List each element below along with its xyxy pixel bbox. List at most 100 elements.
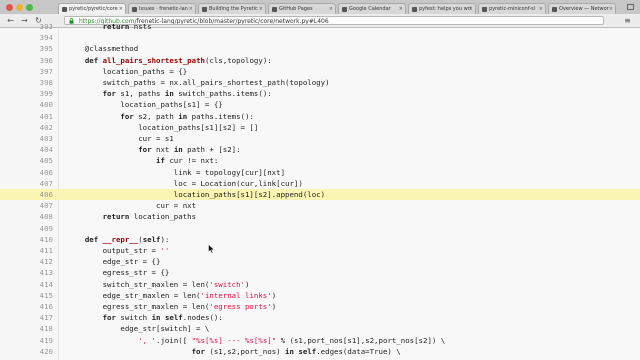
tab-favicon-icon [202,7,207,12]
line-code: egress_str = {} [67,268,170,278]
code-line[interactable]: 399 for s1, paths in switch_paths.items(… [0,88,640,99]
tab-close-icon[interactable]: × [469,4,473,14]
code-line[interactable]: 406 link = topology[cur][nxt] [0,167,640,178]
code-line[interactable]: 419 ', '.join([ "%s[%s] --- %s[%s]" % (s… [0,335,640,346]
code-line[interactable]: 404 for nxt in path + [s2]: [0,144,640,155]
line-number[interactable]: 418 [0,323,53,334]
fullscreen-icon[interactable] [627,4,634,10]
line-number[interactable]: 407 [0,178,53,189]
code-line[interactable]: 401 for s2, path in paths.items(): [0,111,640,122]
line-number[interactable]: 405 [0,155,53,166]
code-line[interactable]: 408 return location_paths [0,211,640,222]
line-number[interactable]: 400 [0,99,53,110]
tab-7[interactable]: Overview — Networ × [548,3,616,14]
code-line[interactable]: 413 egress_str = {} [0,267,640,278]
tab-label: Overview — Networ [559,6,609,12]
tab-label: pyfest: helps you wri [419,6,472,12]
line-code: edge_str[switch] = \ [67,324,210,334]
line-number[interactable]: 415 [0,290,53,301]
line-number[interactable]: 412 [0,256,53,267]
line-number[interactable]: 402 [0,122,53,133]
line-code: if cur != nxt: [156,156,219,166]
code-line[interactable]: 414 switch_str_maxlen = len('switch') [0,279,640,290]
tab-1[interactable]: Issues · frenetic-lan × [128,3,196,14]
code-line[interactable]: 415 edge_str_maxlen = len('internal link… [0,290,640,301]
tab-close-icon[interactable]: × [329,4,333,14]
line-number[interactable]: 414 [0,279,53,290]
tab-close-icon[interactable]: × [259,4,263,14]
line-number[interactable]: 419 [0,335,53,346]
line-number[interactable]: 409 [0,223,53,234]
line-number[interactable]: 404 [0,144,53,155]
tab-4[interactable]: Google Calendar × [338,3,406,14]
line-number[interactable]: 417 [0,312,53,323]
line-number[interactable]: 398 [0,77,53,88]
tab-favicon-icon [552,7,557,12]
tab-3[interactable]: GitHub Pages × [268,3,336,14]
tab-close-icon[interactable]: × [609,4,613,14]
tab-2[interactable]: Building the Pyretic × [198,3,266,14]
tab-close-icon[interactable]: × [399,4,403,14]
line-number[interactable]: 410 [0,234,53,245]
code-line[interactable]: 400 location_paths[s1] = {} [0,99,640,110]
line-number[interactable]: 408 [0,211,53,222]
minimize-window-icon[interactable] [16,4,23,11]
line-number[interactable]: 413 [0,267,53,278]
code-line[interactable]: 393 return nsts [0,21,640,32]
line-code: location_paths[s1] = {} [67,100,223,110]
line-number[interactable]: 395 [0,43,53,54]
code-line[interactable]: 403 cur = s1 [0,133,640,144]
code-line[interactable]: 420 for (s1,s2,port_nos) in self.edges(d… [0,346,640,357]
code-line[interactable]: 406 location_paths[s1][s2].append(loc) [0,189,640,201]
line-number[interactable]: 397 [0,66,53,77]
code-line[interactable]: 416 egress_str_maxlen = len('egress port… [0,301,640,312]
line-number[interactable]: 416 [0,301,53,312]
line-code: cur = s1 [67,134,174,143]
tab-favicon-icon [272,7,277,12]
line-number[interactable]: 411 [0,245,53,256]
code-line[interactable]: 395 @classmethod [0,43,640,54]
code-line[interactable]: 412 edge_str = {} [0,256,640,267]
close-window-icon[interactable] [6,4,13,11]
line-code: egress_str_maxlen = len('egress ports') [67,302,277,311]
code-line[interactable]: 418 edge_str[switch] = \ [0,323,640,334]
line-number[interactable]: 406 [0,189,53,200]
line-number[interactable]: 407 [0,200,53,211]
code-line[interactable]: 409 [0,223,640,234]
line-number[interactable]: 406 [0,167,53,178]
code-line[interactable]: 407 loc = Location(cur,link[cur]) [0,178,640,189]
line-code: edge_str_maxlen = len('internal links') [67,290,277,300]
line-code: for switch in self.nodes(): [102,313,223,323]
tab-6[interactable]: pyretic-miniconf-sl × [478,3,546,14]
line-number[interactable]: 394 [0,32,53,43]
code-line[interactable]: 411 output_str = '' [0,245,640,256]
code-line[interactable]: 417 for switch in self.nodes(): [0,312,640,323]
tab-favicon-icon [342,7,347,12]
line-number[interactable]: 396 [0,55,53,66]
code-line[interactable]: 394 [0,32,640,43]
line-number[interactable]: 403 [0,133,53,144]
line-number[interactable]: 401 [0,111,53,122]
tab-close-icon[interactable]: × [119,4,123,14]
line-number[interactable]: 399 [0,88,53,99]
tab-bar: pyretic/pyretic/core × Issues · frenetic-l… [0,0,640,14]
line-code: for s2, path in paths.items(): [120,111,254,121]
tab-0[interactable]: pyretic/pyretic/core × [58,3,126,14]
tab-label: Building the Pyretic [209,6,258,12]
code-line[interactable]: 407 cur = nxt [0,200,640,211]
line-code: for nxt in path + [s2]: [138,145,241,155]
code-line[interactable]: 398 switch_paths = nx.all_pairs_shortest… [0,77,640,88]
line-number[interactable]: 393 [0,21,53,32]
tab-close-icon[interactable]: × [189,4,193,14]
line-number[interactable]: 420 [0,346,53,357]
tab-label: Google Calendar [349,6,391,12]
code-line[interactable]: 410 def __repr__(self): [0,234,640,245]
code-line[interactable]: 402 location_paths[s1][s2] = [] [0,122,640,133]
line-code: output_str = '' [67,246,170,255]
code-line[interactable]: 397 location_paths = {} [0,66,640,77]
tab-close-icon[interactable]: × [539,4,543,14]
tab-5[interactable]: pyfest: helps you wri × [408,3,476,14]
code-line[interactable]: 396 def all_pairs_shortest_path(cls,topo… [0,55,640,66]
code-line[interactable]: 405 if cur != nxt: [0,155,640,166]
zoom-window-icon[interactable] [26,4,33,11]
